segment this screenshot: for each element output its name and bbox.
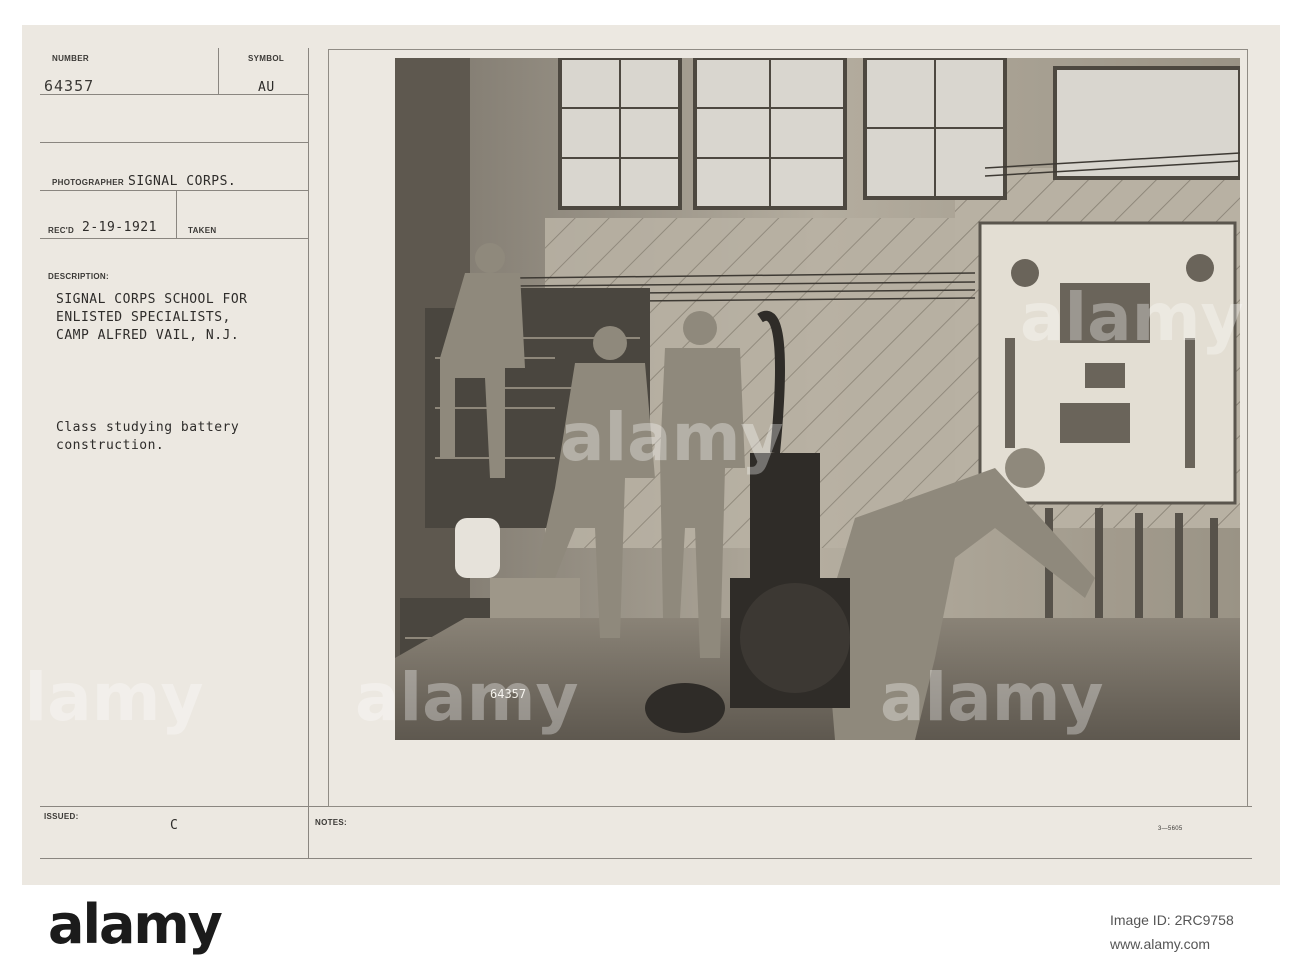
- photographer-label: PHOTOGRAPHER: [52, 178, 124, 187]
- description-line: ENLISTED SPECIALISTS,: [56, 310, 231, 325]
- divider: [40, 142, 308, 143]
- description-line: SIGNAL CORPS SCHOOL FOR: [56, 292, 248, 307]
- negative-number: 64357: [490, 687, 526, 701]
- recd-label: REC'D: [48, 226, 75, 235]
- taken-label: TAKEN: [188, 226, 217, 235]
- issued-label: ISSUED:: [44, 812, 79, 821]
- symbol-value: AU: [258, 80, 275, 95]
- issued-value: C: [170, 818, 179, 833]
- form-number: 3—5605: [1158, 826, 1183, 832]
- photo-scene: 64357: [395, 58, 1240, 740]
- number-label: NUMBER: [52, 54, 89, 63]
- recd-value: 2-19-1921: [82, 220, 157, 235]
- divider: [40, 238, 308, 239]
- image-id: Image ID: 2RC9758: [1110, 912, 1234, 928]
- divider: [176, 190, 177, 239]
- divider: [40, 858, 1252, 859]
- number-value: 64357: [44, 77, 95, 95]
- description-label: DESCRIPTION:: [48, 272, 109, 281]
- divider: [218, 48, 219, 95]
- divider: [40, 190, 308, 191]
- photograph: 64357: [395, 58, 1240, 740]
- notes-label: NOTES:: [315, 818, 348, 827]
- caption-line: Class studying battery: [56, 420, 240, 435]
- caption-line: construction.: [56, 438, 165, 453]
- image-id-label: Image ID:: [1110, 912, 1171, 928]
- photographer-value: SIGNAL CORPS.: [128, 174, 237, 189]
- alamy-logo: alamy: [48, 893, 223, 956]
- symbol-label: SYMBOL: [248, 54, 285, 63]
- divider: [308, 48, 309, 858]
- image-id-value: 2RC9758: [1174, 912, 1234, 928]
- site-url[interactable]: www.alamy.com: [1110, 936, 1210, 952]
- description-line: CAMP ALFRED VAIL, N.J.: [56, 328, 240, 343]
